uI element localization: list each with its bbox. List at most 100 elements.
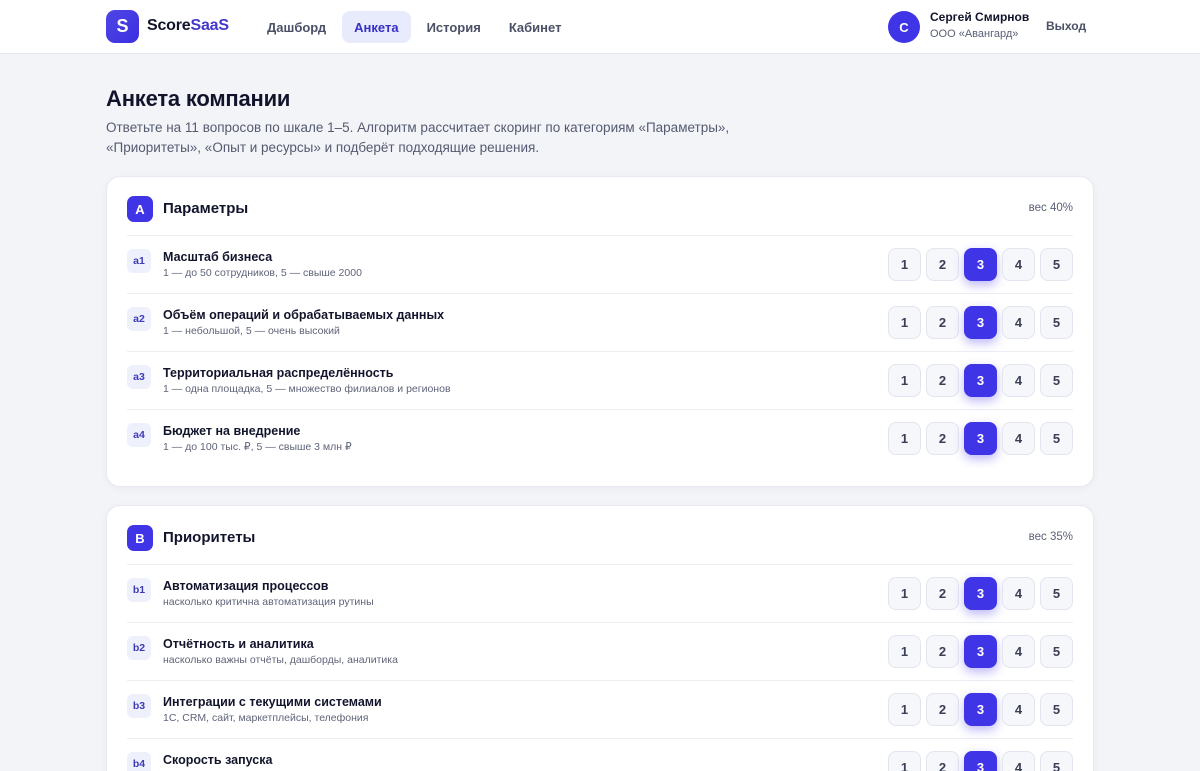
rating-option-5[interactable]: 5 xyxy=(1040,306,1073,339)
rating-option-1[interactable]: 1 xyxy=(888,693,921,726)
category-header: A Параметры вес 40% xyxy=(127,177,1073,236)
category-letter-badge: A xyxy=(127,196,153,222)
rating-option-3[interactable]: 3 xyxy=(964,248,997,281)
brand-name-part-1: Score xyxy=(147,17,191,34)
question-code-badge: b1 xyxy=(127,578,151,602)
brand-name-part-2: SaaS xyxy=(190,17,229,34)
user-name: Сергей Смирнов xyxy=(930,10,1030,24)
question-list: a1 Масштаб бизнеса 1 — до 50 сотрудников, … xyxy=(107,236,1093,468)
rating-option-4[interactable]: 4 xyxy=(1002,577,1035,610)
question-hint: 1 — небольшой, 5 — очень высокий xyxy=(163,325,340,337)
question-title: Интеграции с текущими системами xyxy=(163,695,382,709)
page-title: Анкета компании xyxy=(106,86,291,111)
rating-option-3[interactable]: 3 xyxy=(964,635,997,668)
rating-option-2[interactable]: 2 xyxy=(926,306,959,339)
rating-option-3[interactable]: 3 xyxy=(964,693,997,726)
category-weight: вес 35% xyxy=(1028,531,1073,543)
rating-option-3[interactable]: 3 xyxy=(964,577,997,610)
question-row: a3 Территориальная распределённость 1 — од… xyxy=(127,352,1073,410)
question-title: Масштаб бизнеса xyxy=(163,250,273,264)
logo-icon[interactable]: S xyxy=(106,10,139,43)
question-title: Бюджет на внедрение xyxy=(163,424,301,438)
rating-scale: 12345 xyxy=(883,693,1073,726)
category-weight: вес 40% xyxy=(1028,202,1073,214)
rating-option-1[interactable]: 1 xyxy=(888,248,921,281)
question-code-badge: a1 xyxy=(127,249,151,273)
rating-option-5[interactable]: 5 xyxy=(1040,635,1073,668)
brand-name[interactable]: ScoreSaaS xyxy=(147,17,229,35)
rating-option-5[interactable]: 5 xyxy=(1040,422,1073,455)
top-navigation-bar: S ScoreSaaS Дашборд Анкета История Кабин… xyxy=(0,0,1200,54)
rating-option-2[interactable]: 2 xyxy=(926,364,959,397)
rating-option-1[interactable]: 1 xyxy=(888,577,921,610)
rating-option-4[interactable]: 4 xyxy=(1002,635,1035,668)
question-code-badge: b2 xyxy=(127,636,151,660)
rating-option-2[interactable]: 2 xyxy=(926,248,959,281)
avatar[interactable]: С xyxy=(888,11,920,43)
question-row: a1 Масштаб бизнеса 1 — до 50 сотрудников, … xyxy=(127,236,1073,294)
rating-option-4[interactable]: 4 xyxy=(1002,751,1035,771)
question-title: Отчётность и аналитика xyxy=(163,637,314,651)
category-title: Приоритеты xyxy=(163,529,256,546)
rating-option-3[interactable]: 3 xyxy=(964,751,997,771)
rating-option-2[interactable]: 2 xyxy=(926,635,959,668)
rating-option-4[interactable]: 4 xyxy=(1002,248,1035,281)
question-list: b1 Автоматизация процессов насколько крити… xyxy=(107,565,1093,771)
rating-option-3[interactable]: 3 xyxy=(964,422,997,455)
rating-option-5[interactable]: 5 xyxy=(1040,248,1073,281)
category-header: B Приоритеты вес 35% xyxy=(127,506,1073,565)
question-code-badge: a4 xyxy=(127,423,151,447)
rating-option-2[interactable]: 2 xyxy=(926,751,959,771)
question-hint: насколько критична автоматизация рутины xyxy=(163,596,374,608)
rating-option-2[interactable]: 2 xyxy=(926,693,959,726)
main-nav: Дашборд Анкета История Кабинет xyxy=(255,11,577,43)
rating-option-1[interactable]: 1 xyxy=(888,364,921,397)
question-title: Объём операций и обрабатываемых данных xyxy=(163,308,445,322)
rating-option-1[interactable]: 1 xyxy=(888,751,921,771)
rating-option-1[interactable]: 1 xyxy=(888,422,921,455)
question-title: Территориальная распределённость xyxy=(163,366,394,380)
question-hint: насколько важны отчёты, дашборды, аналит… xyxy=(163,654,398,666)
nav-item-cabinet[interactable]: Кабинет xyxy=(497,11,574,43)
rating-option-3[interactable]: 3 xyxy=(964,364,997,397)
rating-option-4[interactable]: 4 xyxy=(1002,364,1035,397)
question-title: Скорость запуска xyxy=(163,753,273,767)
question-code-badge: b3 xyxy=(127,694,151,718)
nav-item-dashboard[interactable]: Дашборд xyxy=(255,11,338,43)
category-title: Параметры xyxy=(163,200,249,217)
rating-scale: 12345 xyxy=(883,635,1073,668)
rating-scale: 12345 xyxy=(883,751,1073,771)
question-row: a4 Бюджет на внедрение 1 — до 100 тыс. ₽, … xyxy=(127,410,1073,468)
question-code-badge: b4 xyxy=(127,752,151,771)
rating-option-2[interactable]: 2 xyxy=(926,577,959,610)
rating-option-1[interactable]: 1 xyxy=(888,306,921,339)
question-row: b4 Скорость запуска 1 2 3 4 5 xyxy=(127,739,1073,771)
rating-option-2[interactable]: 2 xyxy=(926,422,959,455)
rating-option-4[interactable]: 4 xyxy=(1002,306,1035,339)
question-hint: 1 — до 50 сотрудников, 5 — свыше 2000 xyxy=(163,267,362,279)
logout-button[interactable]: Выход xyxy=(1046,19,1086,33)
question-row: b3 Интеграции с текущими системами 1С, CRM… xyxy=(127,681,1073,739)
question-title: Автоматизация процессов xyxy=(163,579,329,593)
rating-option-5[interactable]: 5 xyxy=(1040,751,1073,771)
rating-option-4[interactable]: 4 xyxy=(1002,693,1035,726)
rating-option-5[interactable]: 5 xyxy=(1040,693,1073,726)
rating-scale: 12345 xyxy=(883,422,1073,455)
nav-item-history[interactable]: История xyxy=(415,11,493,43)
rating-option-3[interactable]: 3 xyxy=(964,306,997,339)
nav-item-questionnaire[interactable]: Анкета xyxy=(342,11,411,43)
question-code-badge: a2 xyxy=(127,307,151,331)
rating-option-5[interactable]: 5 xyxy=(1040,364,1073,397)
page-description: Ответьте на 11 вопросов по шкале 1–5. Ал… xyxy=(106,120,730,155)
category-card-parameters: A Параметры вес 40% a1 Масштаб бизнеса 1 —… xyxy=(106,176,1094,487)
user-organization: ООО «Авангард» xyxy=(930,28,1019,40)
rating-option-1[interactable]: 1 xyxy=(888,635,921,668)
category-card-priorities: B Приоритеты вес 35% b1 Автоматизация про… xyxy=(106,505,1094,771)
question-code-badge: a3 xyxy=(127,365,151,389)
question-hint: 1 — одна площадка, 5 — множество филиало… xyxy=(163,383,451,395)
rating-scale: 12345 xyxy=(883,577,1073,610)
question-row: b1 Автоматизация процессов насколько крити… xyxy=(127,565,1073,623)
rating-option-5[interactable]: 5 xyxy=(1040,577,1073,610)
question-hint: 1 — до 100 тыс. ₽, 5 — свыше 3 млн ₽ xyxy=(163,441,352,453)
rating-option-4[interactable]: 4 xyxy=(1002,422,1035,455)
